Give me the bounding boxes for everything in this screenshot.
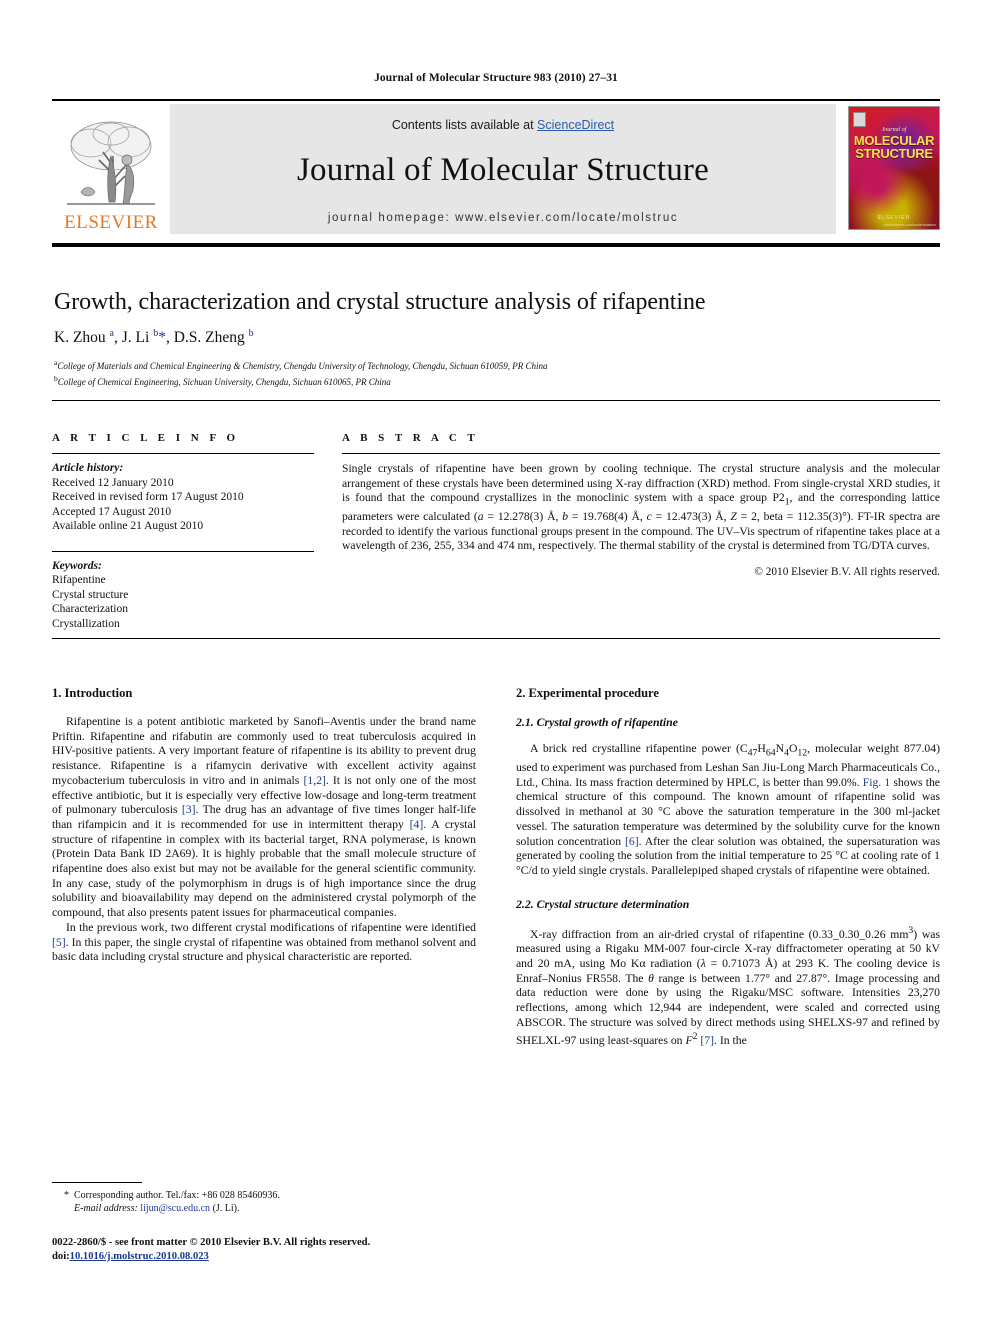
document-page: Journal of Molecular Structure 983 (2010… — [0, 0, 992, 1323]
section-2-heading: 2. Experimental procedure — [516, 686, 659, 700]
intro-paragraph-2: In the previous work, two different crys… — [52, 920, 476, 964]
cover-artwork: Journal of MOLECULAR STRUCTURE ELSEVIER … — [848, 106, 940, 230]
abstract-column: A B S T R A C T Single crystals of rifap… — [342, 432, 940, 631]
affiliations: aCollege of Materials and Chemical Engin… — [54, 357, 934, 388]
keyword-item: Rifapentine — [52, 574, 106, 586]
crystal-growth-paragraph: A brick red crystalline rifapentine powe… — [516, 742, 940, 877]
abstract-copyright: © 2010 Elsevier B.V. All rights reserved… — [754, 565, 940, 578]
abstract-rule — [342, 453, 940, 454]
masthead-bottom-rule — [52, 243, 940, 247]
footnote-rule — [52, 1182, 142, 1183]
keyword-item: Crystallization — [52, 617, 120, 630]
section-2-2-heading: 2.2. Crystal structure determination — [516, 896, 690, 911]
keyword-item: Characterization — [52, 603, 128, 615]
info-abstract-band: A R T I C L E I N F O Article history: R… — [52, 432, 940, 631]
email-label: E-mail address: — [74, 1203, 138, 1214]
crystal-structure-paragraph: X-ray diffraction from an air-dried crys… — [516, 924, 941, 1048]
history-item: Accepted 17 August 2010 — [52, 505, 172, 518]
cover-title: MOLECULAR STRUCTURE — [849, 134, 939, 160]
email-suffix: (J. Li). — [212, 1203, 240, 1214]
elsevier-wordmark: ELSEVIER — [64, 212, 158, 233]
article-info-column: A R T I C L E I N F O Article history: R… — [52, 432, 314, 631]
affiliation-a-text: College of Materials and Chemical Engine… — [57, 361, 548, 371]
body-column-left: 1. Introduction Rifapentine is a potent … — [52, 686, 476, 1049]
sciencedirect-link[interactable]: ScienceDirect — [537, 118, 614, 132]
contents-available-line: Contents lists available at ScienceDirec… — [392, 118, 614, 132]
page-title: Growth, characterization and crystal str… — [54, 289, 706, 315]
journal-title: Journal of Molecular Structure — [297, 152, 709, 188]
body-column-right: 2. Experimental procedure 2.1. Crystal g… — [516, 686, 940, 1049]
title-bottom-rule — [52, 400, 940, 401]
abstract-text: Single crystals of rifapentine have been… — [342, 462, 941, 553]
author-email-link[interactable]: lijun@scu.edu.cn — [140, 1203, 210, 1214]
section-2-1-heading: 2.1. Crystal growth of rifapentine — [516, 715, 678, 729]
imprint-block: 0022-2860/$ - see front matter © 2010 El… — [52, 1236, 522, 1263]
cover-title-line2: STRUCTURE — [855, 146, 933, 161]
intro-paragraph-1: Rifapentine is a potent antibiotic marke… — [52, 715, 476, 920]
journal-homepage-line[interactable]: journal homepage: www.elsevier.com/locat… — [328, 212, 678, 224]
abstract-bottom-rule — [52, 638, 940, 639]
corresponding-author-footnote: * Corresponding author. Tel./fax: +86 02… — [52, 1189, 476, 1215]
doi-prefix: doi: — [52, 1250, 70, 1262]
doi-line: doi:10.1016/j.molstruc.2010.08.023 — [52, 1250, 522, 1264]
issn-line: 0022-2860/$ - see front matter © 2010 El… — [52, 1237, 371, 1248]
running-head: Journal of Molecular Structure 983 (2010… — [374, 72, 618, 84]
article-info-heading: A R T I C L E I N F O — [52, 432, 240, 444]
affiliation-b-text: College of Chemical Engineering, Sichuan… — [57, 376, 391, 387]
history-item: Available online 21 August 2010 — [52, 520, 204, 532]
affiliation-a: aCollege of Materials and Chemical Engin… — [54, 358, 548, 371]
journal-cover-thumbnail[interactable]: Journal of MOLECULAR STRUCTURE ELSEVIER … — [848, 104, 940, 234]
abstract-heading: A B S T R A C T — [342, 432, 479, 444]
author-list: K. Zhou a, J. Li b*, D.S. Zheng b — [54, 328, 254, 347]
article-info-rule — [52, 453, 314, 454]
cover-publisher-label: ELSEVIER — [877, 215, 911, 221]
doi-link[interactable]: 10.1016/j.molstruc.2010.08.023 — [70, 1251, 209, 1262]
affiliation-b: bCollege of Chemical Engineering, Sichua… — [54, 373, 391, 387]
keywords-label: Keywords: — [52, 559, 102, 572]
corresponding-author-line: * Corresponding author. Tel./fax: +86 02… — [64, 1190, 280, 1201]
article-history-label: Article history: — [52, 462, 124, 474]
keywords-list: Keywords: Rifapentine Crystal structure … — [52, 559, 314, 632]
journal-masthead: ELSEVIER Contents lists available at Sci… — [52, 104, 940, 234]
email-line: E-mail address: lijun@scu.edu.cn (J. Li)… — [52, 1202, 476, 1215]
cover-url-label: www.elsevier.com/locate/molstruc — [883, 223, 936, 227]
section-1-heading: 1. Introduction — [52, 686, 133, 700]
masthead-center: Contents lists available at ScienceDirec… — [170, 104, 836, 234]
elsevier-logo: ELSEVIER — [52, 104, 170, 234]
contents-prefix-text: Contents lists available at — [391, 118, 538, 132]
history-item: Received in revised form 17 August 2010 — [52, 491, 244, 503]
keywords-rule — [52, 550, 314, 552]
article-history: Article history: Received 12 January 201… — [52, 461, 314, 534]
elsevier-tree-badge-icon — [853, 112, 866, 127]
body-columns: 1. Introduction Rifapentine is a potent … — [52, 686, 940, 1049]
history-item: Received 12 January 2010 — [52, 476, 174, 489]
keyword-item: Crystal structure — [52, 588, 129, 601]
elsevier-tree-icon — [61, 116, 161, 212]
header-rule — [52, 99, 940, 101]
